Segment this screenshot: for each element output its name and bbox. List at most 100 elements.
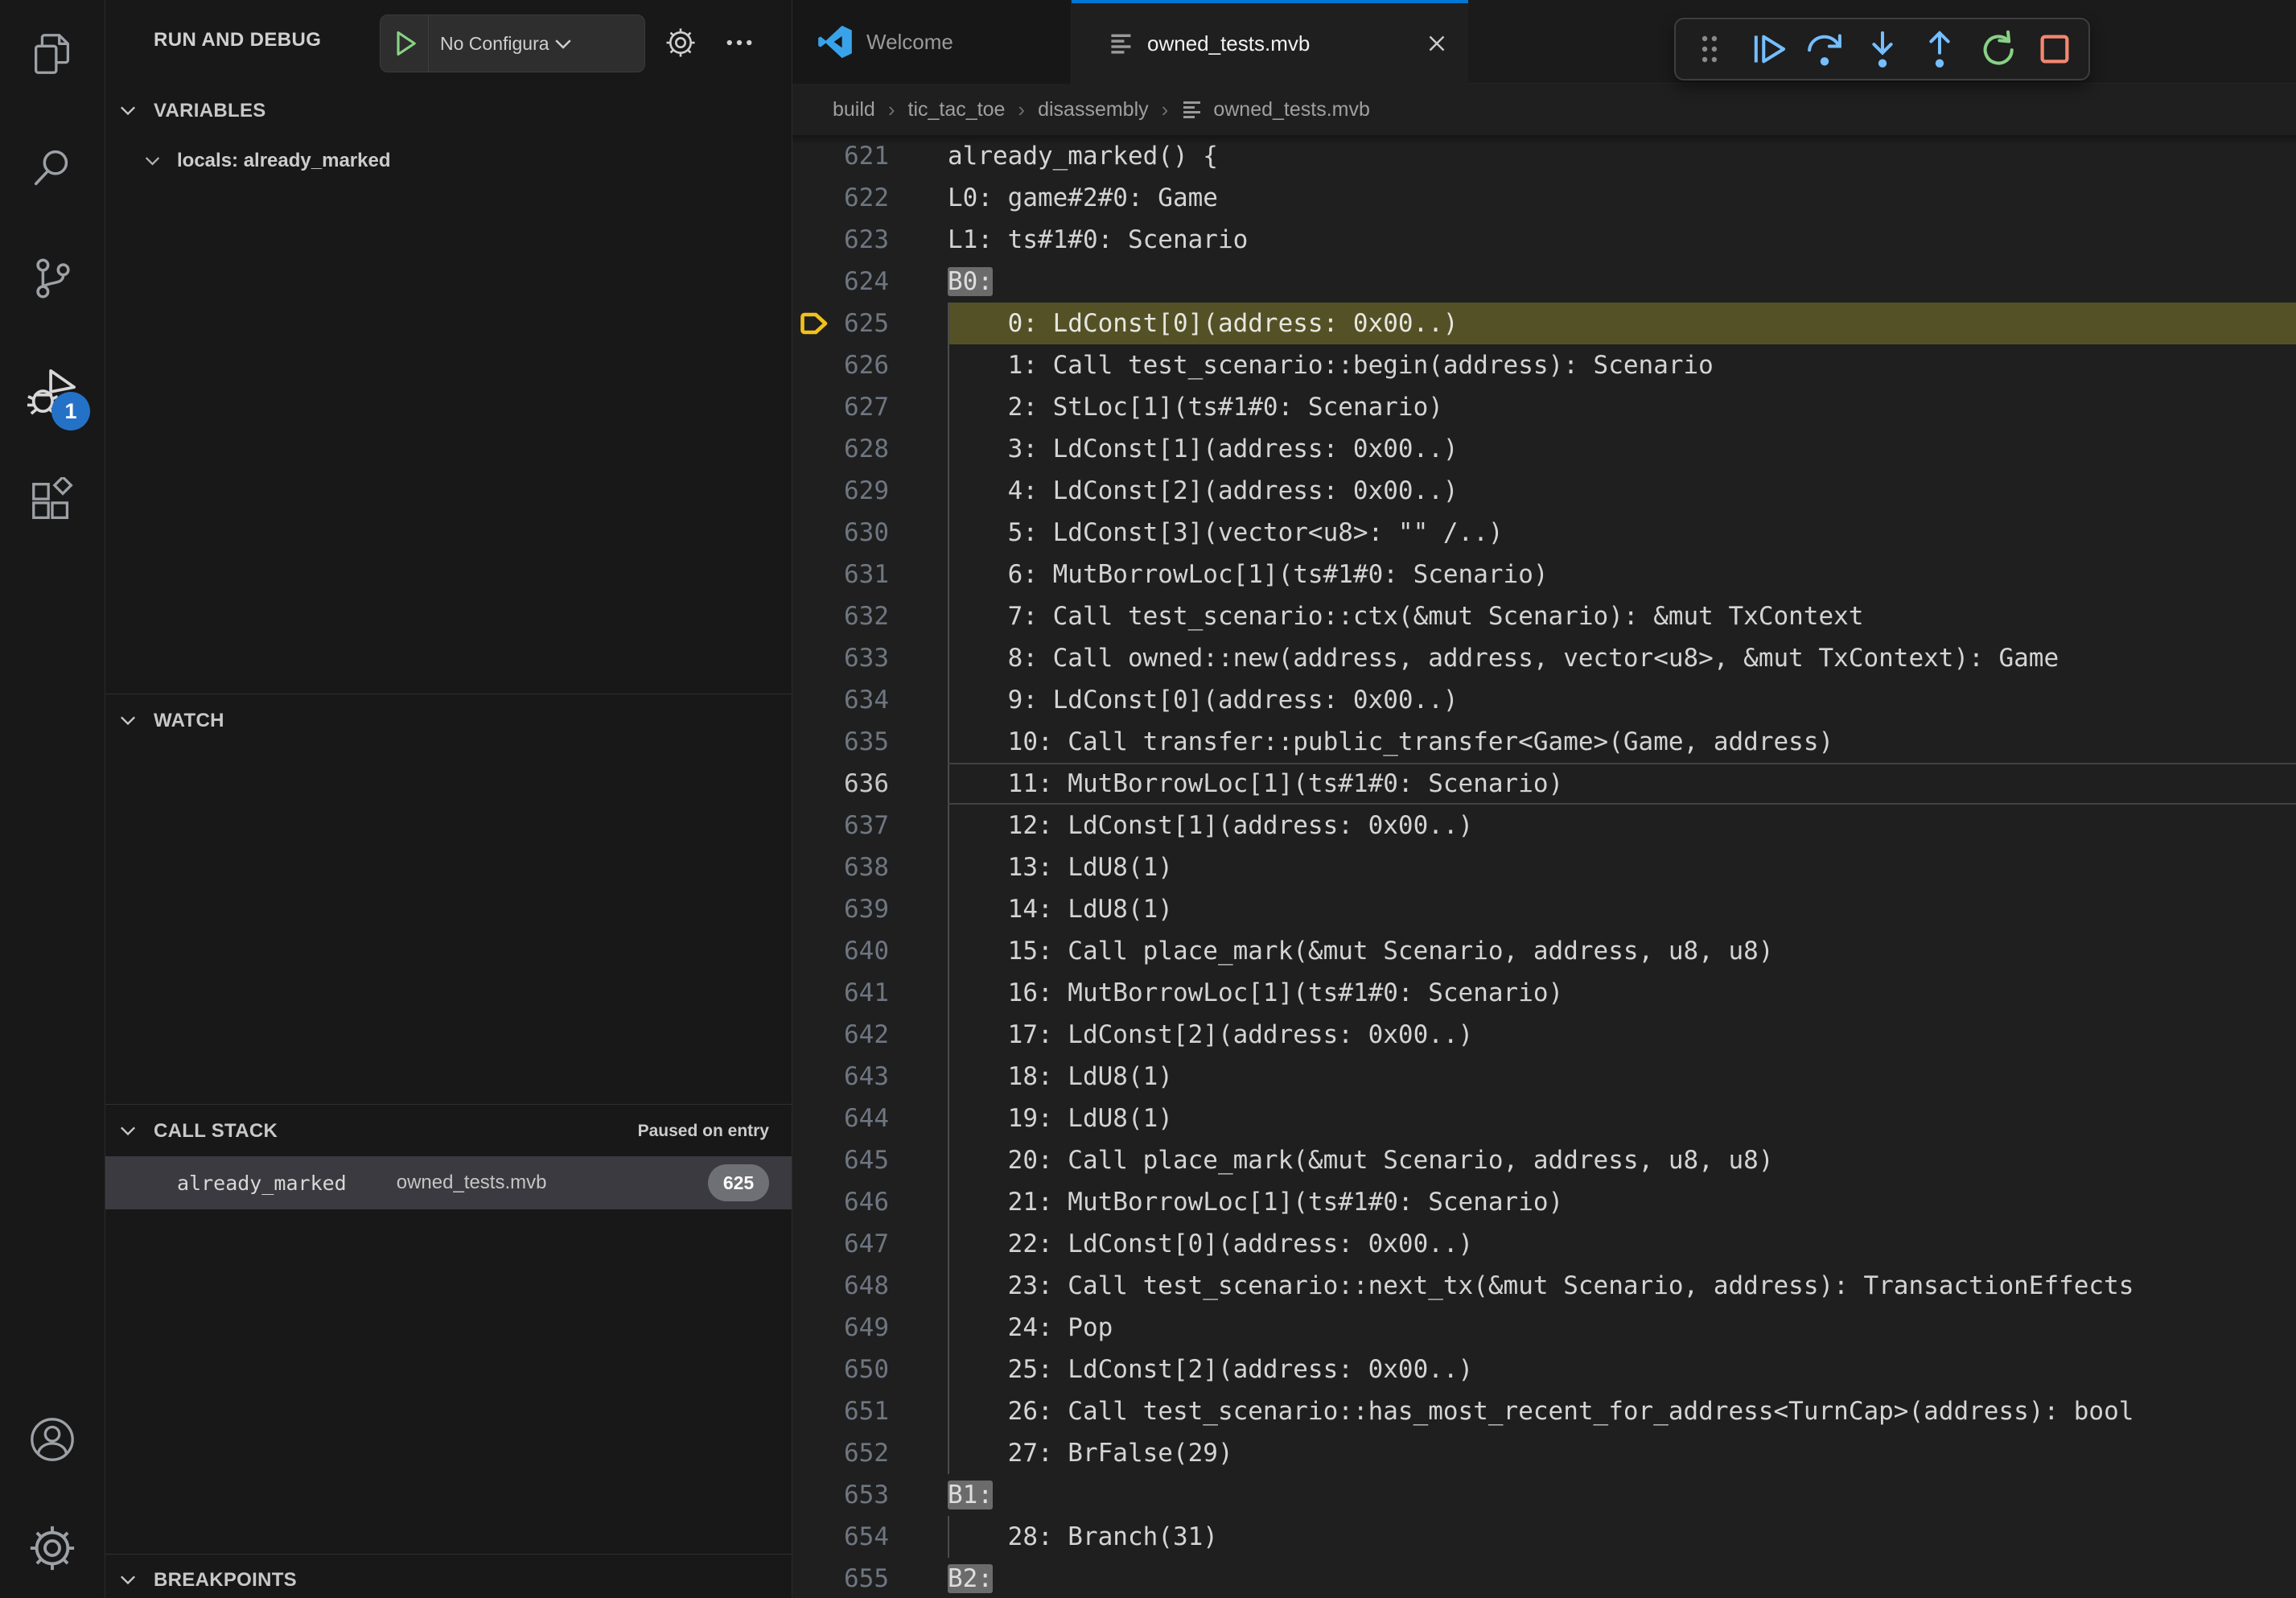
line-gutter[interactable]: 652	[792, 1432, 948, 1474]
line-gutter[interactable]: 649	[792, 1307, 948, 1349]
search-icon[interactable]	[27, 143, 77, 193]
accounts-icon[interactable]	[27, 1415, 77, 1464]
line-gutter[interactable]: 633	[792, 637, 948, 679]
code-line-646[interactable]: 646 21: MutBorrowLoc[1](ts#1#0: Scenario…	[792, 1181, 2296, 1223]
line-gutter[interactable]: 621	[792, 135, 948, 177]
line-gutter[interactable]: 651	[792, 1390, 948, 1432]
variables-section-header[interactable]: VARIABLES	[105, 89, 792, 134]
code-line-648[interactable]: 648 23: Call test_scenario::next_tx(&mut…	[792, 1265, 2296, 1307]
code-line-633[interactable]: 633 8: Call owned::new(address, address,…	[792, 637, 2296, 679]
debug-config-label[interactable]: No Configura	[440, 33, 549, 55]
watch-section-header[interactable]: WATCH	[105, 698, 792, 743]
line-gutter[interactable]: 622	[792, 177, 948, 219]
line-gutter[interactable]: 630	[792, 512, 948, 554]
debug-settings-gear-icon[interactable]	[664, 26, 697, 60]
line-gutter[interactable]: 644	[792, 1098, 948, 1139]
source-control-icon[interactable]	[27, 253, 77, 303]
code-line-639[interactable]: 639 14: LdU8(1)	[792, 888, 2296, 930]
code-line-622[interactable]: 622L0: game#2#0: Game	[792, 177, 2296, 219]
line-gutter[interactable]: 632	[792, 595, 948, 637]
code-line-627[interactable]: 627 2: StLoc[1](ts#1#0: Scenario)	[792, 386, 2296, 428]
line-gutter[interactable]: 639	[792, 888, 948, 930]
code-line-651[interactable]: 651 26: Call test_scenario::has_most_rec…	[792, 1390, 2296, 1432]
step-over-button-icon[interactable]	[1804, 28, 1845, 70]
code-line-626[interactable]: 626 1: Call test_scenario::begin(address…	[792, 344, 2296, 386]
restart-button-icon[interactable]	[1977, 28, 2018, 70]
line-gutter[interactable]: 637	[792, 805, 948, 846]
step-out-button-icon[interactable]	[1919, 28, 1961, 70]
breadcrumb-item-tic-tac-toe[interactable]: tic_tac_toe	[908, 98, 1006, 121]
code-line-629[interactable]: 629 4: LdConst[2](address: 0x00..)	[792, 470, 2296, 512]
code-line-650[interactable]: 650 25: LdConst[2](address: 0x00..)	[792, 1349, 2296, 1390]
line-gutter[interactable]: 638	[792, 846, 948, 888]
line-gutter[interactable]: 648	[792, 1265, 948, 1307]
code-line-635[interactable]: 635 10: Call transfer::public_transfer<G…	[792, 721, 2296, 763]
code-line-644[interactable]: 644 19: LdU8(1)	[792, 1098, 2296, 1139]
debug-config-dropdown[interactable]: No Configura	[380, 14, 645, 72]
extensions-icon[interactable]	[27, 477, 77, 527]
tab-owned-tests[interactable]: owned_tests.mvb	[1072, 0, 1468, 84]
call-stack-section-header[interactable]: CALL STACK Paused on entry	[105, 1109, 792, 1154]
line-gutter[interactable]: 645	[792, 1139, 948, 1181]
code-line-654[interactable]: 654 28: Branch(31)	[792, 1516, 2296, 1558]
close-icon[interactable]	[1423, 30, 1450, 57]
explorer-icon[interactable]	[27, 29, 77, 79]
toolbar-drag-handle[interactable]	[1689, 28, 1730, 70]
line-gutter[interactable]: 628	[792, 428, 948, 470]
line-gutter[interactable]: 625	[792, 303, 948, 344]
step-into-button-icon[interactable]	[1862, 28, 1903, 70]
line-gutter[interactable]: 635	[792, 721, 948, 763]
line-gutter[interactable]: 624	[792, 261, 948, 303]
line-gutter[interactable]: 653	[792, 1474, 948, 1516]
code-line-628[interactable]: 628 3: LdConst[1](address: 0x00..)	[792, 428, 2296, 470]
code-line-652[interactable]: 652 27: BrFalse(29)	[792, 1432, 2296, 1474]
code-line-624[interactable]: 624B0:	[792, 261, 2296, 303]
breadcrumb-item-build[interactable]: build	[833, 98, 875, 121]
code-line-643[interactable]: 643 18: LdU8(1)	[792, 1056, 2296, 1098]
code-line-625[interactable]: 625 0: LdConst[0](address: 0x00..)	[792, 303, 2296, 344]
line-gutter[interactable]: 623	[792, 219, 948, 261]
line-gutter[interactable]: 629	[792, 470, 948, 512]
code-line-653[interactable]: 653B1:	[792, 1474, 2296, 1516]
line-gutter[interactable]: 626	[792, 344, 948, 386]
code-line-655[interactable]: 655B2:	[792, 1558, 2296, 1598]
line-gutter[interactable]: 640	[792, 930, 948, 972]
code-line-638[interactable]: 638 13: LdU8(1)	[792, 846, 2296, 888]
call-stack-frame[interactable]: already_marked owned_tests.mvb 625	[105, 1156, 792, 1209]
settings-gear-icon[interactable]	[27, 1523, 77, 1573]
code-line-634[interactable]: 634 9: LdConst[0](address: 0x00..)	[792, 679, 2296, 721]
line-gutter[interactable]: 636	[792, 763, 948, 805]
line-gutter[interactable]: 642	[792, 1014, 948, 1056]
code-line-641[interactable]: 641 16: MutBorrowLoc[1](ts#1#0: Scenario…	[792, 972, 2296, 1014]
line-gutter[interactable]: 654	[792, 1516, 948, 1558]
breadcrumb-item-file[interactable]: owned_tests.mvb	[1213, 98, 1370, 121]
line-gutter[interactable]: 627	[792, 386, 948, 428]
breadcrumb-item-disassembly[interactable]: disassembly	[1038, 98, 1149, 121]
start-debugging-icon[interactable]	[391, 29, 420, 58]
code-line-636[interactable]: 636 11: MutBorrowLoc[1](ts#1#0: Scenario…	[792, 763, 2296, 805]
code-line-623[interactable]: 623L1: ts#1#0: Scenario	[792, 219, 2296, 261]
breakpoints-section-header[interactable]: BREAKPOINTS	[105, 1558, 792, 1598]
code-line-640[interactable]: 640 15: Call place_mark(&mut Scenario, a…	[792, 930, 2296, 972]
code-line-632[interactable]: 632 7: Call test_scenario::ctx(&mut Scen…	[792, 595, 2296, 637]
line-gutter[interactable]: 631	[792, 554, 948, 595]
tab-welcome[interactable]: Welcome	[792, 0, 1072, 84]
line-gutter[interactable]: 650	[792, 1349, 948, 1390]
code-line-645[interactable]: 645 20: Call place_mark(&mut Scenario, a…	[792, 1139, 2296, 1181]
code-line-630[interactable]: 630 5: LdConst[3](vector<u8>: "" /..)	[792, 512, 2296, 554]
continue-button-icon[interactable]	[1747, 28, 1788, 70]
line-gutter[interactable]: 641	[792, 972, 948, 1014]
code-line-642[interactable]: 642 17: LdConst[2](address: 0x00..)	[792, 1014, 2296, 1056]
code-line-649[interactable]: 649 24: Pop	[792, 1307, 2296, 1349]
line-gutter[interactable]: 647	[792, 1223, 948, 1265]
code-line-621[interactable]: 621already_marked() {	[792, 135, 2296, 177]
code-line-647[interactable]: 647 22: LdConst[0](address: 0x00..)	[792, 1223, 2296, 1265]
more-actions-icon[interactable]	[722, 26, 756, 60]
line-gutter[interactable]: 655	[792, 1558, 948, 1598]
code-line-631[interactable]: 631 6: MutBorrowLoc[1](ts#1#0: Scenario)	[792, 554, 2296, 595]
line-gutter[interactable]: 643	[792, 1056, 948, 1098]
variables-scope-locals[interactable]: locals: already_marked	[105, 140, 792, 182]
line-gutter[interactable]: 646	[792, 1181, 948, 1223]
stop-button-icon[interactable]	[2034, 28, 2076, 70]
line-gutter[interactable]: 634	[792, 679, 948, 721]
